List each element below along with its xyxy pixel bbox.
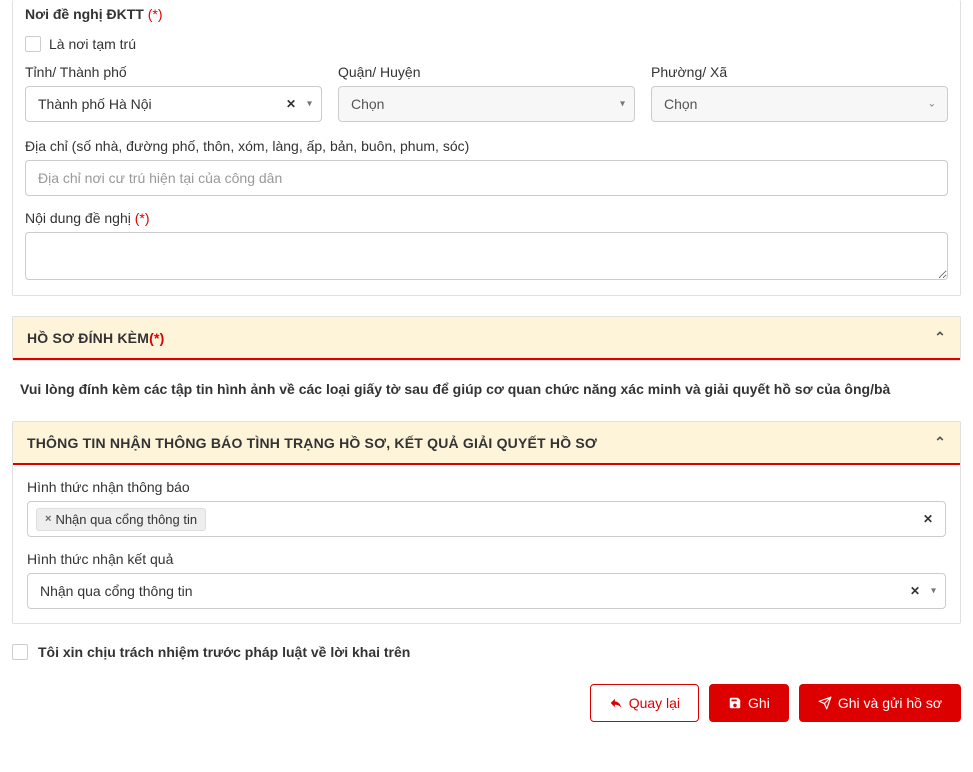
section-title-row: Nơi đề nghị ĐKTT (*)	[25, 6, 948, 22]
clear-all-icon[interactable]: ✕	[919, 512, 937, 526]
save-and-send-label: Ghi và gửi hồ sơ	[838, 695, 942, 711]
result-method-clear-icon[interactable]: ✕	[910, 584, 920, 598]
province-col: Tỉnh/ Thành phố Thành phố Hà Nội ✕ ▾	[25, 64, 322, 122]
ward-col: Phường/ Xã Chọn ⌄	[651, 64, 948, 122]
responsibility-label: Tôi xin chịu trách nhiệm trước pháp luật…	[38, 644, 410, 660]
attachments-panel-header[interactable]: HỒ SƠ ĐÍNH KÈM(*) ⌃	[13, 317, 960, 360]
back-button-label: Quay lại	[629, 695, 680, 711]
registration-location-section: Nơi đề nghị ĐKTT (*) Là nơi tạm trú Tỉnh…	[12, 0, 961, 296]
save-button-label: Ghi	[748, 695, 770, 711]
attachments-note: Vui lòng đính kèm các tập tin hình ảnh v…	[12, 361, 961, 421]
required-star: (*)	[149, 330, 164, 346]
ward-label: Phường/ Xã	[651, 64, 948, 80]
district-label: Quận/ Huyện	[338, 64, 635, 80]
result-method-select[interactable]: Nhận qua cổng thông tin	[27, 573, 946, 609]
district-select-wrap: Chọn ▾	[338, 86, 635, 122]
notification-panel-header[interactable]: THÔNG TIN NHẬN THÔNG BÁO TÌNH TRẠNG HỒ S…	[13, 422, 960, 465]
province-label: Tỉnh/ Thành phố	[25, 64, 322, 80]
temp-residence-checkbox-row: Là nơi tạm trú	[25, 36, 948, 52]
attachments-header-text: HỒ SƠ ĐÍNH KÈM(*)	[27, 330, 164, 346]
request-content-label: Nội dung đề nghị (*)	[25, 210, 948, 226]
save-button[interactable]: Ghi	[709, 684, 789, 722]
notification-panel-body: Hình thức nhận thông báo × Nhận qua cổng…	[13, 465, 960, 623]
chevron-down-icon: ▾	[307, 99, 312, 110]
province-select[interactable]: Thành phố Hà Nội	[25, 86, 322, 122]
ward-select[interactable]: Chọn	[651, 86, 948, 122]
address-label: Địa chỉ (số nhà, đường phố, thôn, xóm, l…	[25, 138, 948, 154]
required-star: (*)	[135, 210, 150, 226]
notify-method-tag-text: Nhận qua cổng thông tin	[55, 512, 197, 527]
save-icon	[728, 696, 742, 710]
responsibility-checkbox[interactable]	[12, 644, 28, 660]
notify-method-label: Hình thức nhận thông báo	[27, 479, 946, 495]
address-input[interactable]	[25, 160, 948, 196]
temp-residence-label: Là nơi tạm trú	[49, 36, 136, 52]
result-method-label: Hình thức nhận kết quả	[27, 551, 946, 567]
notify-method-group: Hình thức nhận thông báo × Nhận qua cổng…	[27, 479, 946, 537]
attachments-panel: HỒ SƠ ĐÍNH KÈM(*) ⌃	[12, 316, 961, 361]
section-title: Nơi đề nghị ĐKTT	[25, 6, 144, 22]
send-icon	[818, 696, 832, 710]
district-col: Quận/ Huyện Chọn ▾	[338, 64, 635, 122]
notification-header-text: THÔNG TIN NHẬN THÔNG BÁO TÌNH TRẠNG HỒ S…	[27, 435, 597, 451]
ward-select-wrap: Chọn ⌄	[651, 86, 948, 122]
result-method-group: Hình thức nhận kết quả Nhận qua cổng thô…	[27, 551, 946, 609]
back-button[interactable]: Quay lại	[590, 684, 699, 722]
ward-placeholder: Chọn	[664, 96, 697, 112]
notify-method-tag: × Nhận qua cổng thông tin	[36, 508, 206, 531]
district-select[interactable]: Chọn	[338, 86, 635, 122]
chevron-up-icon: ⌃	[934, 434, 946, 451]
chevron-down-icon: ⌄	[928, 99, 936, 110]
reply-icon	[609, 696, 623, 710]
required-star: (*)	[148, 6, 163, 22]
result-method-value: Nhận qua cổng thông tin	[40, 583, 193, 599]
tag-remove-icon[interactable]: ×	[45, 513, 51, 525]
province-select-wrap: Thành phố Hà Nội ✕ ▾	[25, 86, 322, 122]
chevron-up-icon: ⌃	[934, 329, 946, 346]
save-and-send-button[interactable]: Ghi và gửi hồ sơ	[799, 684, 961, 722]
chevron-down-icon: ▾	[620, 99, 625, 110]
request-content-textarea[interactable]	[25, 232, 948, 280]
chevron-down-icon: ▾	[931, 586, 936, 597]
district-placeholder: Chọn	[351, 96, 384, 112]
temp-residence-checkbox[interactable]	[25, 36, 41, 52]
action-buttons-row: Quay lại Ghi Ghi và gửi hồ sơ	[0, 684, 973, 738]
request-content-group: Nội dung đề nghị (*)	[25, 210, 948, 283]
notify-method-input[interactable]: × Nhận qua cổng thông tin ✕	[27, 501, 946, 537]
notification-panel: THÔNG TIN NHẬN THÔNG BÁO TÌNH TRẠNG HỒ S…	[12, 421, 961, 624]
result-method-select-wrap: Nhận qua cổng thông tin ✕ ▾	[27, 573, 946, 609]
province-clear-icon[interactable]: ✕	[286, 97, 296, 111]
location-selects-row: Tỉnh/ Thành phố Thành phố Hà Nội ✕ ▾ Quậ…	[25, 64, 948, 122]
province-value: Thành phố Hà Nội	[38, 96, 152, 112]
responsibility-row: Tôi xin chịu trách nhiệm trước pháp luật…	[12, 644, 961, 660]
address-group: Địa chỉ (số nhà, đường phố, thôn, xóm, l…	[25, 138, 948, 196]
